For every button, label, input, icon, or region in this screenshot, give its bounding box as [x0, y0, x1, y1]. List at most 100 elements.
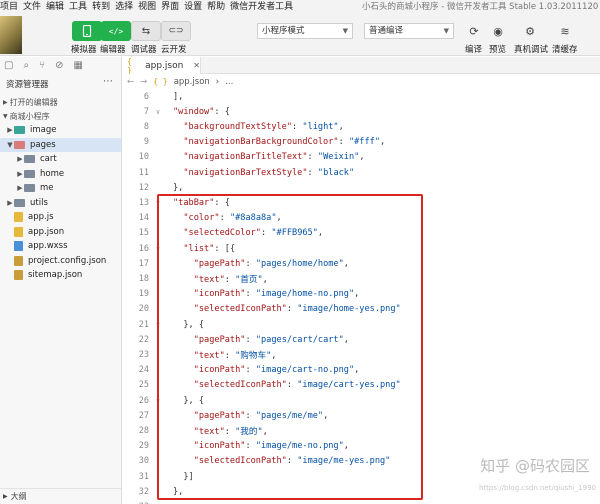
code-text: "pagePath": "pages/me/me", [193, 410, 329, 421]
search-icon[interactable]: ⌕ [23, 60, 29, 71]
menu-goto[interactable]: 转到 [92, 0, 115, 14]
compile-select[interactable]: 普通编译 ▼ [364, 23, 454, 39]
files-icon[interactable]: ▢ [4, 60, 13, 71]
code-text: "iconPath": "image/home-no.png", [193, 289, 360, 300]
folder-icon [14, 198, 25, 207]
file-icon [14, 270, 23, 281]
tree-item-pages[interactable]: ▼ pages [0, 137, 121, 152]
remote-debug-icon[interactable]: ⚙ [522, 23, 538, 39]
mode-select-value: 小程序模式 [262, 26, 305, 36]
tree-item-home[interactable]: ▶ home [0, 167, 121, 182]
debug-icon[interactable]: ⊘ [55, 60, 63, 71]
fold-chevron-icon[interactable]: ∨ [153, 199, 163, 207]
breadcrumb-more[interactable]: ... [225, 77, 233, 87]
tree-item-utils[interactable]: ▶ utils [0, 196, 121, 211]
outline-section[interactable]: ▶ 大纲 [0, 488, 121, 504]
code-text: "iconPath": "image/me-no.png", [193, 441, 349, 452]
menu-edit[interactable]: 编辑 [46, 0, 69, 14]
chevron-right-icon: ▶ [17, 184, 23, 193]
preview-icon[interactable]: ◉ [490, 23, 506, 39]
editor-tab-bar: { } app.json ✕ [123, 57, 600, 75]
chevron-right-icon: ▶ [17, 169, 23, 178]
nav-back-icon[interactable]: ← [127, 77, 134, 87]
menu-settings[interactable]: 设置 [184, 0, 207, 14]
code-text: ], [173, 91, 184, 102]
breadcrumb: ← → { } app.json › ... [123, 74, 600, 89]
nav-forward-icon[interactable]: → [140, 77, 147, 87]
breadcrumb-file[interactable]: app.json [174, 77, 210, 87]
simulator-button[interactable] [72, 21, 102, 41]
line-number: 20 [138, 304, 149, 315]
open-editors-section[interactable]: ▶ 打开的编辑器 [0, 95, 121, 109]
line-number: 32 [138, 486, 149, 497]
debug-icon: ⇆ [141, 25, 151, 37]
fold-chevron-icon[interactable]: ∨ [153, 245, 163, 253]
mode-select[interactable]: 小程序模式 ▼ [257, 23, 353, 39]
tree-item-app-wxss[interactable]: app.wxss [0, 239, 121, 254]
code-text: "pagePath": "pages/cart/cart", [193, 334, 349, 345]
chevron-down-icon: ▼ [342, 27, 348, 35]
tree-item-sitemap-json[interactable]: sitemap.json [0, 268, 121, 283]
close-icon[interactable]: ✕ [193, 61, 200, 70]
avatar[interactable] [0, 16, 22, 54]
compile-icon[interactable]: ⟳ [466, 23, 482, 39]
tree-item-image[interactable]: ▶ image [0, 123, 121, 138]
cloud-button[interactable]: ⊂⊃ [161, 21, 191, 41]
menu-view[interactable]: 视图 [138, 0, 161, 14]
menu-file[interactable]: 文件 [23, 0, 46, 14]
file-tree: ▶ image ▼ pages ▶ cart ▶ home ▶ me ▶ utils app.js app… [0, 123, 121, 283]
folder-icon [24, 184, 35, 193]
line-number: 11 [138, 167, 149, 178]
file-icon [14, 241, 23, 252]
code-text: "color": "#8a8a8a", [183, 213, 282, 224]
code-line: 21 ∨ }, { [123, 317, 593, 332]
menu-project[interactable]: 项目 [0, 0, 23, 14]
line-number: 7 [143, 106, 149, 117]
line-number: 13 [138, 197, 149, 208]
code-line: 15 "selectedColor": "#FFB965", [123, 226, 593, 241]
json-file-icon: { } [153, 77, 168, 86]
fold-chevron-icon[interactable]: ∨ [153, 397, 163, 405]
menu-select[interactable]: 选择 [115, 0, 138, 14]
menu-help[interactable]: 帮助 [207, 0, 230, 14]
line-number: 31 [138, 471, 149, 482]
extensions-icon[interactable]: ▦ [73, 60, 82, 71]
folder-icon [24, 169, 35, 178]
tree-item-me[interactable]: ▶ me [0, 181, 121, 196]
link-icon: ⊂⊃ [168, 26, 184, 36]
code-text: "text": "首页", [193, 274, 268, 285]
tree-item-app-json[interactable]: app.json [0, 225, 121, 240]
tab-label: app.json [145, 60, 184, 71]
code-text: "text": "我的", [193, 426, 268, 437]
tree-item-app-js[interactable]: app.js [0, 210, 121, 225]
code-text: "navigationBarTextStyle": "black" [183, 167, 355, 178]
tree-item-cart[interactable]: ▶ cart [0, 152, 121, 167]
project-section-label: 商城小程序 [9, 111, 50, 121]
layers-icon[interactable]: ≋ [557, 23, 573, 39]
tree-item-project-config-json[interactable]: project.config.json [0, 254, 121, 269]
tab-app-json[interactable]: { } app.json ✕ [123, 57, 201, 75]
tree-item-label: sitemap.json [28, 270, 83, 281]
line-number: 8 [143, 121, 149, 132]
line-number: 22 [138, 334, 149, 345]
cloud-label: 云开发 [161, 45, 187, 55]
editor-button[interactable]: </> [101, 21, 131, 41]
line-number: 18 [138, 273, 149, 284]
fold-chevron-icon[interactable]: ∨ [153, 108, 163, 116]
fold-chevron-icon[interactable]: ∨ [153, 321, 163, 329]
code-text: }, [173, 182, 184, 193]
menu-tools[interactable]: 工具 [69, 0, 92, 14]
code-editor[interactable]: 6], 7 ∨ "window": {8 "backgroundTextStyle":… [123, 89, 600, 504]
folder-icon [14, 126, 25, 135]
code-text: "selectedColor": "#FFB965", [183, 228, 324, 239]
more-icon[interactable]: ⋯ [103, 76, 113, 87]
source-control-icon[interactable]: ⑂ [39, 60, 45, 71]
compile-select-value: 普通编译 [369, 26, 404, 36]
code-text: }, { [173, 319, 205, 330]
line-number: 27 [138, 410, 149, 421]
menu-wechat-devtools[interactable]: 微信开发者工具 [230, 0, 298, 14]
project-section[interactable]: ▼ 商城小程序 [0, 109, 121, 123]
menu-interface[interactable]: 界面 [161, 0, 184, 14]
code-line: 8 "backgroundTextStyle": "light", [123, 119, 593, 134]
debugger-button[interactable]: ⇆ [131, 21, 161, 41]
